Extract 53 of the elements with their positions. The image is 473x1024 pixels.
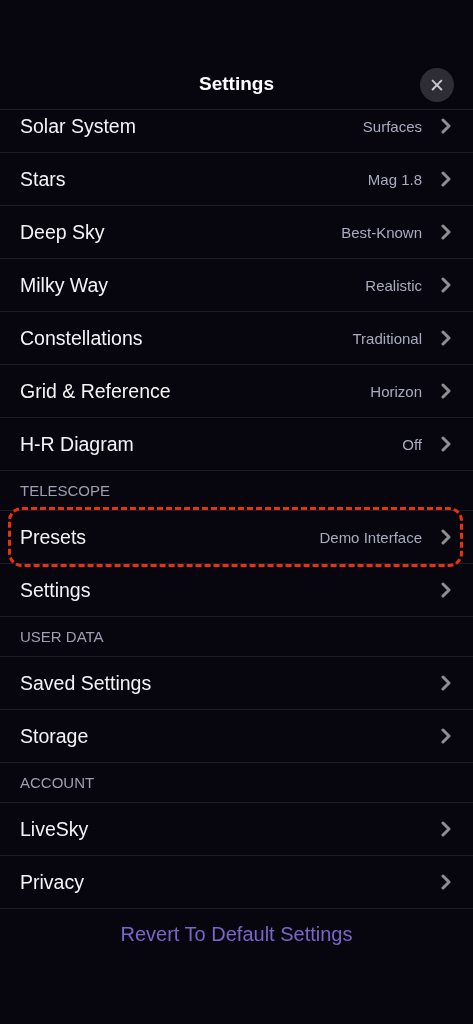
settings-row[interactable]: Privacy xyxy=(0,856,473,909)
row-value: Off xyxy=(402,435,422,453)
screen-title: Settings xyxy=(199,72,274,95)
settings-row[interactable]: Stars Mag 1.8 xyxy=(0,153,473,206)
section-header: TELESCOPE xyxy=(20,482,111,499)
row-label: Saved Settings xyxy=(20,671,153,695)
section-header: USER DATA xyxy=(20,628,104,645)
row-value: Surfaces xyxy=(362,117,422,135)
chevron-icon xyxy=(441,118,451,134)
row-label: Privacy xyxy=(20,870,85,894)
settings-row[interactable]: H-R Diagram Off xyxy=(0,418,473,471)
row-value: Traditional xyxy=(352,329,422,347)
settings-row[interactable]: LiveSky xyxy=(0,803,473,856)
chevron-icon xyxy=(441,728,451,744)
row-label: Solar System xyxy=(20,114,137,138)
revert-button[interactable]: Revert To Default Settings xyxy=(116,921,357,948)
row-value: Realistic xyxy=(365,276,422,294)
chevron-icon xyxy=(441,277,451,293)
row-value: Horizon xyxy=(370,382,422,400)
settings-row[interactable]: Saved Settings xyxy=(0,657,473,710)
chevron-icon xyxy=(441,874,451,890)
row-label: Presets xyxy=(20,525,88,549)
settings-row[interactable]: Grid & Reference Horizon xyxy=(0,365,473,418)
row-value: Best-Known xyxy=(341,223,422,241)
chevron-icon xyxy=(441,171,451,187)
settings-row[interactable]: Presets Demo Interface xyxy=(0,511,473,564)
chevron-icon xyxy=(441,383,451,399)
chevron-icon xyxy=(441,529,451,545)
chevron-icon xyxy=(441,675,451,691)
row-label: Deep Sky xyxy=(20,220,106,244)
section-header: ACCOUNT xyxy=(20,774,95,791)
settings-row[interactable]: Milky Way Realistic xyxy=(0,259,473,312)
row-label: Grid & Reference xyxy=(20,379,172,403)
settings-row[interactable]: Settings xyxy=(0,564,473,617)
chevron-icon xyxy=(441,330,451,346)
chevron-icon xyxy=(441,582,451,598)
row-label: Settings xyxy=(20,578,92,602)
settings-row[interactable]: Storage xyxy=(0,710,473,763)
settings-row[interactable]: Solar System Surfaces xyxy=(0,110,473,153)
row-label: Milky Way xyxy=(20,273,110,297)
row-value: Mag 1.8 xyxy=(367,170,422,188)
chevron-icon xyxy=(441,821,451,837)
row-label: H-R Diagram xyxy=(20,432,135,456)
row-label: Storage xyxy=(20,724,90,748)
row-value: Demo Interface xyxy=(319,528,422,546)
close-button[interactable]: ✕ xyxy=(420,68,454,102)
row-label: Stars xyxy=(20,167,67,191)
row-label: Constellations xyxy=(20,326,144,350)
chevron-icon xyxy=(441,224,451,240)
row-label: LiveSky xyxy=(20,817,90,841)
chevron-icon xyxy=(441,436,451,452)
settings-row[interactable]: Deep Sky Best-Known xyxy=(0,206,473,259)
settings-row[interactable]: Constellations Traditional xyxy=(0,312,473,365)
